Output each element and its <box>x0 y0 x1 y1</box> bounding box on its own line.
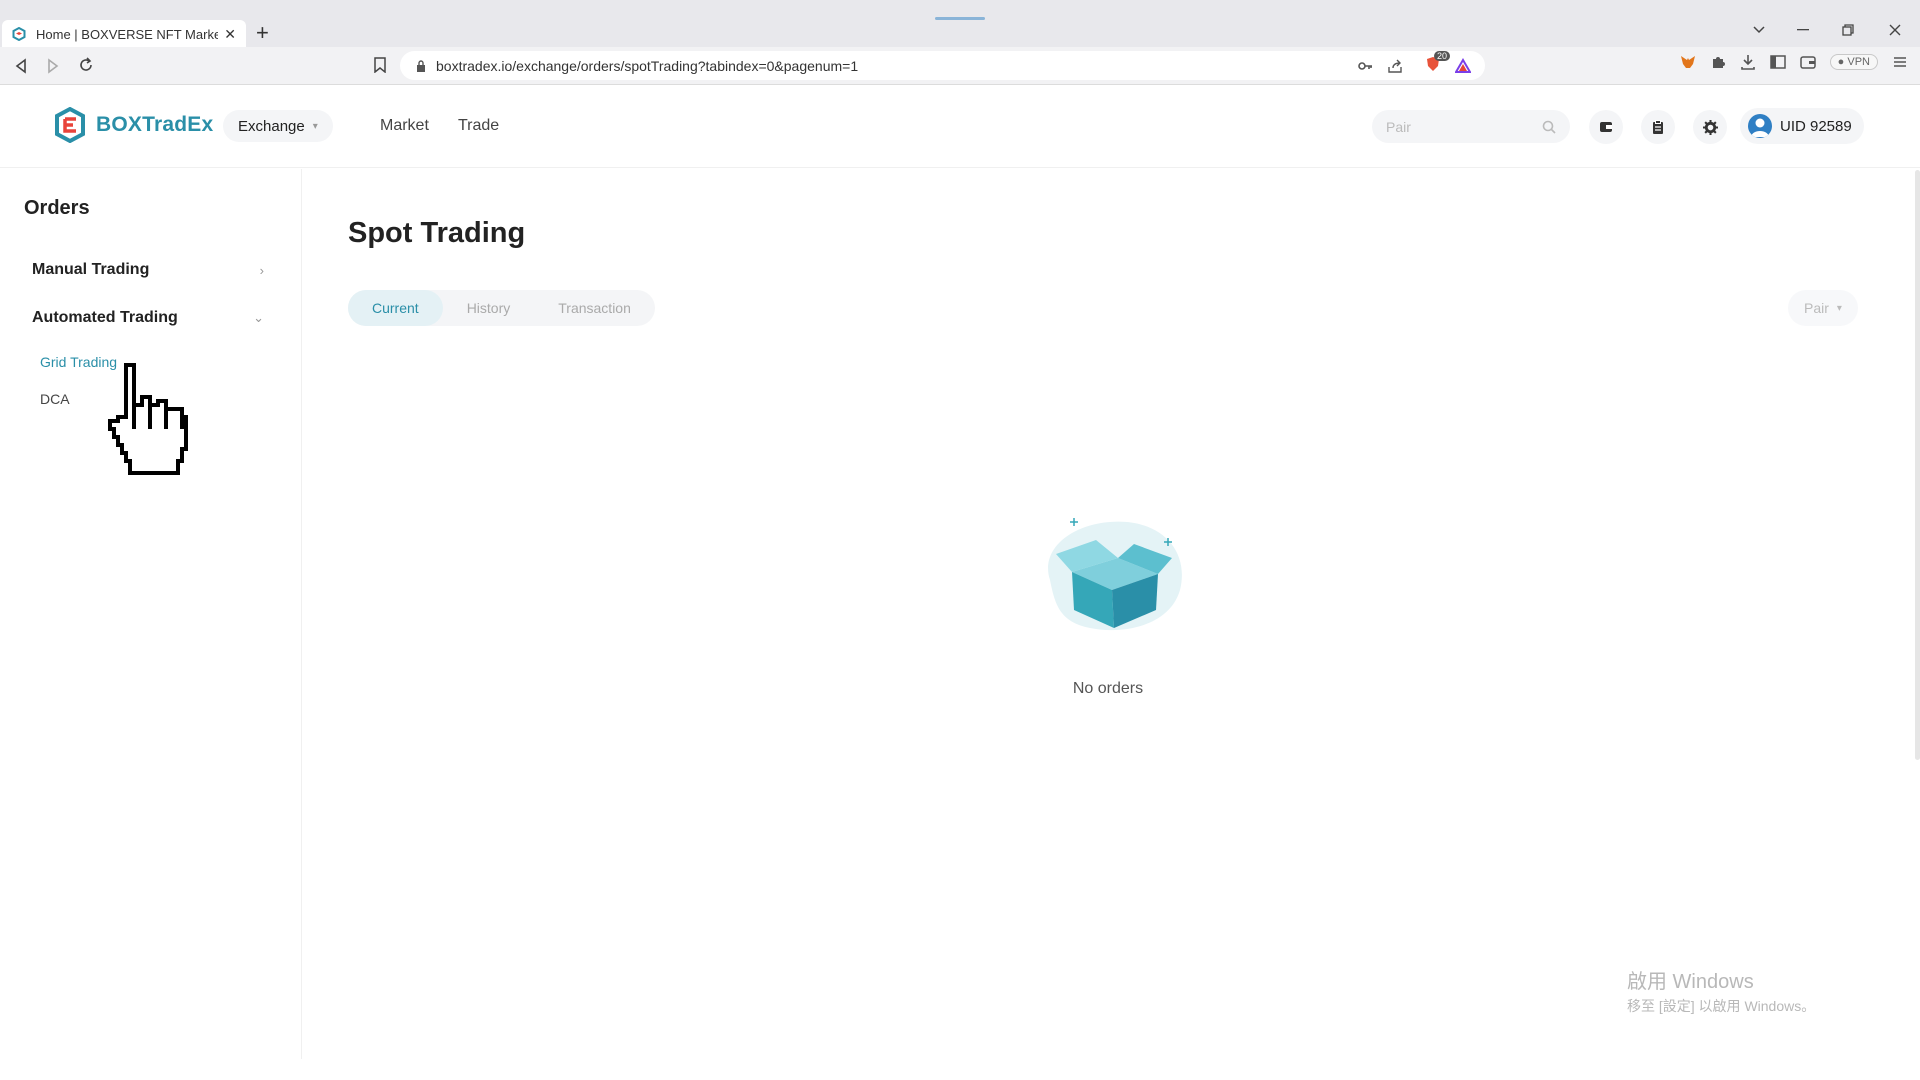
forward-icon[interactable] <box>46 58 60 74</box>
sidebar-item-label: Automated Trading <box>32 309 178 326</box>
user-account-button[interactable]: UID 92589 <box>1740 108 1864 144</box>
sidebar-item-automated-trading[interactable]: Automated Trading ⌄ <box>32 309 264 327</box>
restore-icon[interactable] <box>1842 24 1854 36</box>
app-header: BOXTradEx Exchange ▾ Market Trade Pair U… <box>0 86 1920 168</box>
download-icon[interactable] <box>1740 54 1756 70</box>
minimize-icon[interactable] <box>1797 28 1809 32</box>
tab-search-indicator <box>935 17 985 20</box>
chevron-down-icon: ▾ <box>1836 302 1842 314</box>
chevron-down-icon: ▾ <box>312 120 318 132</box>
sidebar-item-manual-trading[interactable]: Manual Trading › <box>32 261 264 279</box>
wallet-button[interactable] <box>1589 110 1623 144</box>
empty-state-text: No orders <box>1072 680 1144 697</box>
search-icon <box>1542 120 1556 134</box>
orders-button[interactable] <box>1641 110 1675 144</box>
bookmark-icon[interactable] <box>374 57 386 73</box>
logo-text: BOXTradEx <box>96 113 214 136</box>
shields-count-badge: 20 <box>1434 51 1451 61</box>
url-bar[interactable]: boxtradex.io/exchange/orders/spotTrading… <box>400 51 1485 80</box>
boxtradex-logo-icon <box>55 107 85 143</box>
lock-icon <box>417 59 425 72</box>
watermark-line2: 移至 [設定] 以啟用 Windows。 <box>1627 998 1816 1014</box>
page-title: Spot Trading <box>348 217 526 249</box>
extensions-puzzle-icon[interactable] <box>1710 54 1726 70</box>
pair-search-input[interactable]: Pair <box>1372 110 1570 143</box>
settings-button[interactable] <box>1693 110 1727 144</box>
nav-market[interactable]: Market <box>380 117 429 135</box>
empty-box-icon <box>1048 518 1182 631</box>
back-icon[interactable] <box>14 58 28 74</box>
pair-filter-dropdown[interactable]: Pair ▾ <box>1788 290 1858 326</box>
exchange-label: Exchange <box>238 117 305 135</box>
extensions-area: ● VPN <box>1680 54 1908 70</box>
browser-tabstrip: Home | BOXVERSE NFT Marketp ✕ + <box>0 0 1920 48</box>
chevron-right-icon: › <box>259 262 264 278</box>
exchange-dropdown[interactable]: Exchange ▾ <box>223 110 333 142</box>
url-text: boxtradex.io/exchange/orders/spotTrading… <box>436 57 859 74</box>
tab-current[interactable]: Current <box>348 290 443 326</box>
pair-search-placeholder: Pair <box>1386 118 1411 135</box>
browser-tab[interactable]: Home | BOXVERSE NFT Marketp ✕ <box>2 20 246 48</box>
vpn-button[interactable]: ● VPN <box>1829 54 1878 70</box>
tab-title: Home | BOXVERSE NFT Marketp <box>36 26 219 42</box>
metamask-icon[interactable] <box>1680 54 1696 70</box>
orders-sidebar: Orders Manual Trading › Automated Tradin… <box>0 169 302 1059</box>
close-window-icon[interactable] <box>1889 24 1901 36</box>
tab-transaction[interactable]: Transaction <box>534 290 655 326</box>
sidebar-toggle-icon[interactable] <box>1769 54 1786 70</box>
pair-filter-label: Pair <box>1804 300 1829 316</box>
tab-history[interactable]: History <box>443 290 535 326</box>
gear-icon <box>1702 119 1718 135</box>
site-favicon-icon <box>12 27 26 41</box>
windows-activation-watermark: 啟用 Windows 移至 [設定] 以啟用 Windows。 <box>1627 965 1815 1016</box>
nav-trade[interactable]: Trade <box>458 117 499 135</box>
avatar <box>1748 114 1772 138</box>
hand-pointer-cursor-icon <box>108 363 188 475</box>
new-tab-icon[interactable]: + <box>256 21 269 45</box>
tab-list-chevron-icon[interactable] <box>1752 25 1766 35</box>
browser-toolbar: boxtradex.io/exchange/orders/spotTrading… <box>0 47 1920 85</box>
uid-label: UID 92589 <box>1780 117 1852 135</box>
brave-rewards-icon[interactable] <box>1455 57 1471 74</box>
brave-shields-icon[interactable]: 20 <box>1425 51 1451 75</box>
watermark-line1: 啟用 Windows <box>1627 971 1754 993</box>
page-scrollbar[interactable] <box>1915 170 1920 760</box>
brand-logo[interactable]: BOXTradEx <box>54 107 213 143</box>
clipboard-icon <box>1653 120 1663 134</box>
menu-hamburger-icon[interactable] <box>1892 54 1908 70</box>
tab-close-icon[interactable]: ✕ <box>224 26 236 43</box>
reload-icon[interactable] <box>78 57 94 73</box>
share-icon[interactable] <box>1387 58 1403 74</box>
sidebar-title: Orders <box>24 197 90 219</box>
vpn-label: VPN <box>1847 56 1870 68</box>
order-tabs: Current History Transaction <box>348 290 655 326</box>
sidebar-item-label: Manual Trading <box>32 261 150 278</box>
sidebar-item-dca[interactable]: DCA <box>40 391 70 407</box>
key-icon[interactable] <box>1357 58 1373 74</box>
chevron-down-icon: ⌄ <box>253 310 264 325</box>
wallet-header-icon <box>1600 122 1612 132</box>
wallet-icon[interactable] <box>1799 54 1816 70</box>
